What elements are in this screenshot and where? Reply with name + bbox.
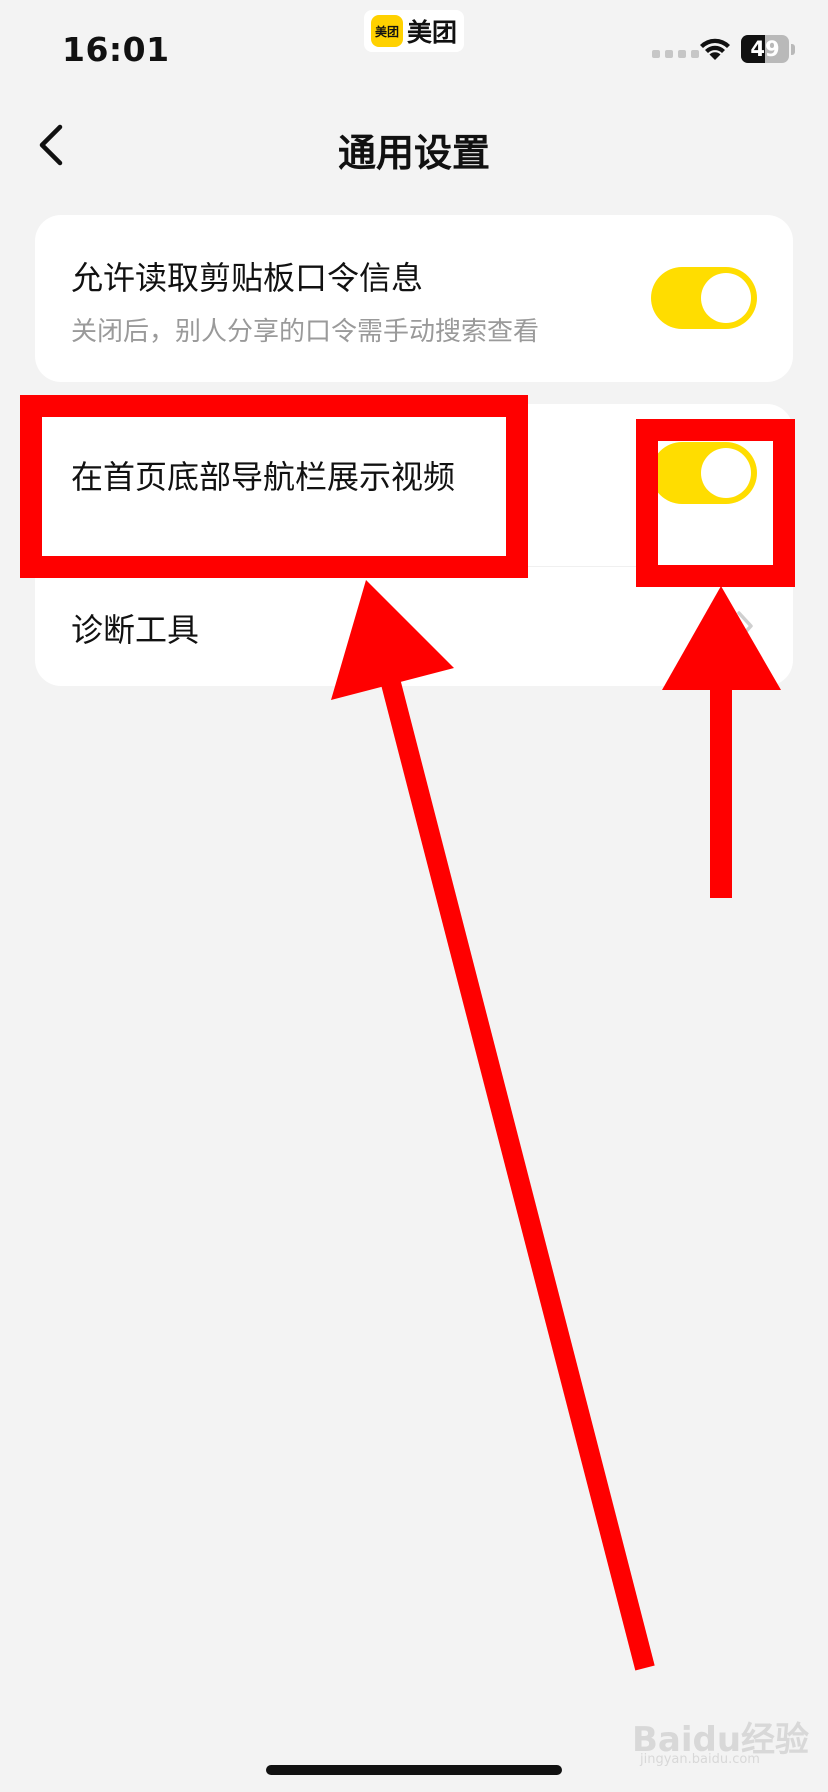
app-indicator: 美团 美团 (364, 10, 464, 52)
battery-tip (791, 44, 795, 55)
arrow-shaft-long (376, 661, 655, 1671)
battery-icon: 49 (741, 35, 789, 63)
signal-dots-icon (652, 50, 699, 58)
app-name: 美团 (406, 18, 457, 47)
nav-bar: 通用设置 (0, 100, 828, 190)
wifi-icon (698, 36, 732, 66)
diagnostic-tools-row[interactable]: 诊断工具 (35, 567, 793, 686)
page-title: 通用设置 (337, 131, 490, 175)
settings-card-display: 在首页底部导航栏展示视频 诊断工具 (35, 404, 793, 686)
diagnostic-tools-title: 诊断工具 (71, 611, 200, 649)
home-indicator[interactable] (266, 1765, 562, 1775)
status-bar: 16:01 美团 美团 49 (0, 0, 828, 100)
toggle-knob (701, 448, 751, 498)
settings-card-clipboard: 允许读取剪贴板口令信息 关闭后，别人分享的口令需手动搜索查看 (35, 215, 793, 382)
video-nav-setting-title: 在首页底部导航栏展示视频 (71, 458, 456, 496)
arrow-shaft-short (710, 684, 732, 898)
clipboard-setting-title: 允许读取剪贴板口令信息 (71, 259, 424, 297)
status-time: 16:01 (62, 30, 170, 69)
chevron-right-icon (737, 611, 753, 641)
baidu-watermark-url: jingyan.baidu.com (640, 1752, 760, 1767)
video-nav-toggle[interactable] (651, 442, 757, 504)
toggle-knob (701, 273, 751, 323)
clipboard-toggle[interactable] (651, 267, 757, 329)
battery-level: 49 (750, 37, 780, 61)
app-logo-icon: 美团 (370, 15, 403, 47)
clipboard-setting-subtitle: 关闭后，别人分享的口令需手动搜索查看 (71, 317, 540, 347)
